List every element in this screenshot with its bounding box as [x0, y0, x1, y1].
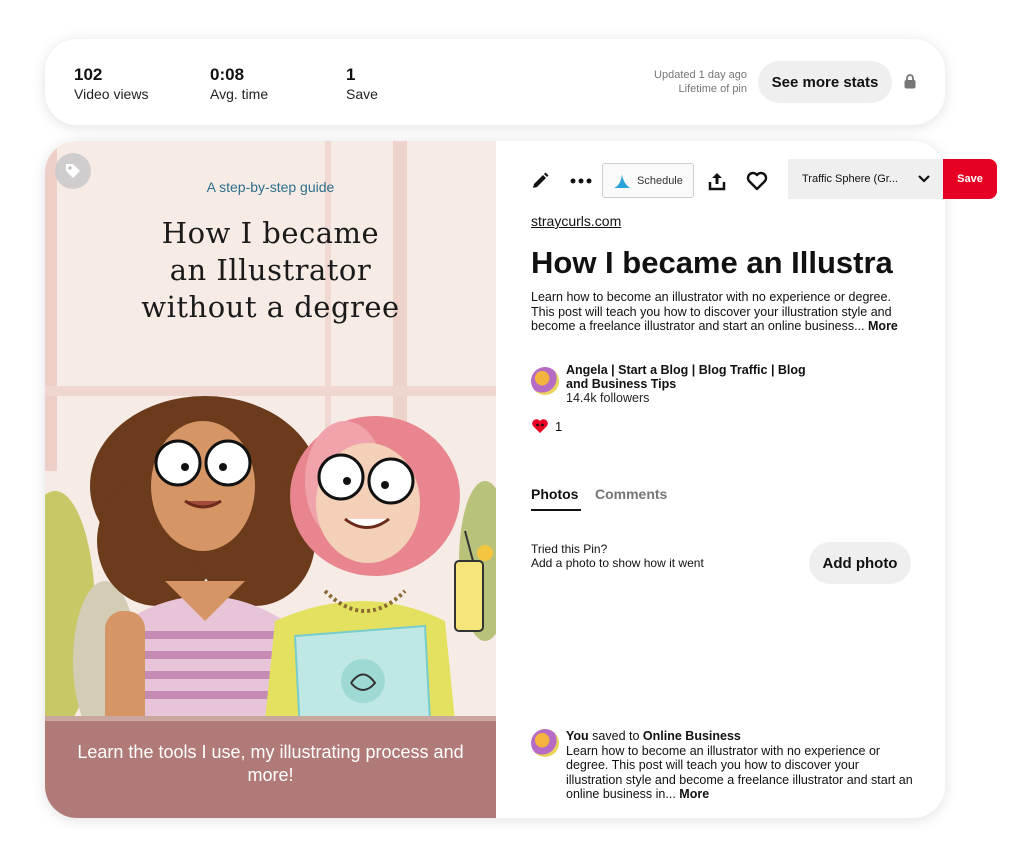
edit-button[interactable]: [526, 167, 554, 195]
avatar[interactable]: [531, 729, 559, 757]
tried-subtitle: Add a photo to show how it went: [531, 556, 704, 570]
pin-image[interactable]: A step-by-step guide How I became an Ill…: [45, 141, 496, 818]
heart-icon: [746, 171, 768, 191]
board-name: Traffic Sphere (Gr...: [802, 173, 898, 185]
image-title: How I became an Illustrator without a de…: [45, 215, 496, 326]
board-dropdown[interactable]: Traffic Sphere (Gr...: [788, 159, 945, 199]
lock-icon: [904, 74, 916, 89]
pin-source-link[interactable]: straycurls.com: [531, 213, 621, 229]
tag-icon: [66, 164, 80, 178]
pin-description-text: Learn how to become an illustrator with …: [531, 290, 892, 333]
tab-photos[interactable]: Photos: [531, 486, 578, 502]
activity-text: You saved to Online Business Learn how t…: [566, 729, 916, 802]
image-title-line: an Illustrator: [169, 253, 372, 287]
creator-name[interactable]: Angela | Start a Blog | Blog Traffic | B…: [566, 363, 826, 391]
image-title-line: without a degree: [141, 290, 400, 324]
favorite-button[interactable]: [743, 167, 771, 195]
reaction-summary[interactable]: 1: [531, 418, 562, 434]
updated-text: Updated 1 day ago: [654, 69, 747, 81]
see-more-stats-button[interactable]: See more stats: [758, 61, 892, 103]
lifetime-text: Lifetime of pin: [678, 83, 747, 95]
share-icon: [708, 173, 726, 191]
activity-description: Learn how to become an illustrator with …: [566, 743, 913, 802]
tried-title: Tried this Pin?: [531, 542, 608, 556]
schedule-label: Schedule: [637, 174, 683, 187]
pin-description: Learn how to become an illustrator with …: [531, 290, 916, 334]
activity-action: saved to: [592, 729, 640, 743]
stats-card: 102 Video views 0:08 Avg. time 1 Save Up…: [45, 39, 945, 125]
active-tab-indicator: [531, 509, 581, 511]
more-link[interactable]: More: [679, 787, 709, 801]
activity-board-link[interactable]: Online Business: [643, 729, 741, 743]
schedule-button[interactable]: Schedule: [602, 163, 694, 198]
stat-video-views: 102 Video views: [74, 65, 148, 103]
stat-avg-time: 0:08 Avg. time: [210, 65, 268, 103]
add-photo-button[interactable]: Add photo: [809, 542, 911, 584]
save-button[interactable]: Save: [943, 159, 997, 199]
pin-card: A step-by-step guide How I became an Ill…: [45, 141, 945, 818]
stat-value: 0:08: [210, 65, 245, 84]
avatar[interactable]: [531, 367, 559, 395]
stat-label: Video views: [74, 86, 149, 102]
image-title-line: How I became: [161, 216, 380, 250]
stat-saves: 1 Save: [346, 65, 378, 103]
chevron-down-icon: [918, 175, 930, 183]
stat-label: Avg. time: [210, 86, 269, 102]
tab-comments[interactable]: Comments: [595, 486, 667, 502]
image-kicker: A step-by-step guide: [206, 179, 335, 195]
activity-user[interactable]: You: [566, 729, 589, 743]
stat-label: Save: [346, 86, 378, 102]
share-button[interactable]: [703, 167, 731, 195]
image-caption: Learn the tools I use, my illustrating p…: [77, 742, 464, 785]
more-link[interactable]: More: [868, 319, 898, 333]
ellipsis-icon: [570, 178, 592, 184]
more-options-button[interactable]: [567, 167, 595, 195]
stats-updated-note: Updated 1 day ago Lifetime of pin: [654, 68, 747, 96]
tailwind-logo-icon: [614, 173, 630, 188]
stat-value: 1: [346, 65, 356, 84]
stat-value: 102: [74, 65, 103, 84]
pencil-icon: [533, 172, 549, 188]
tried-prompt: Tried this Pin? Add a photo to show how …: [531, 542, 704, 570]
heart-eyes-icon: [532, 419, 548, 433]
pin-title: How I became an Illustra: [531, 245, 893, 280]
reaction-count: 1: [555, 418, 563, 434]
follower-count: 14.4k followers: [566, 391, 650, 405]
